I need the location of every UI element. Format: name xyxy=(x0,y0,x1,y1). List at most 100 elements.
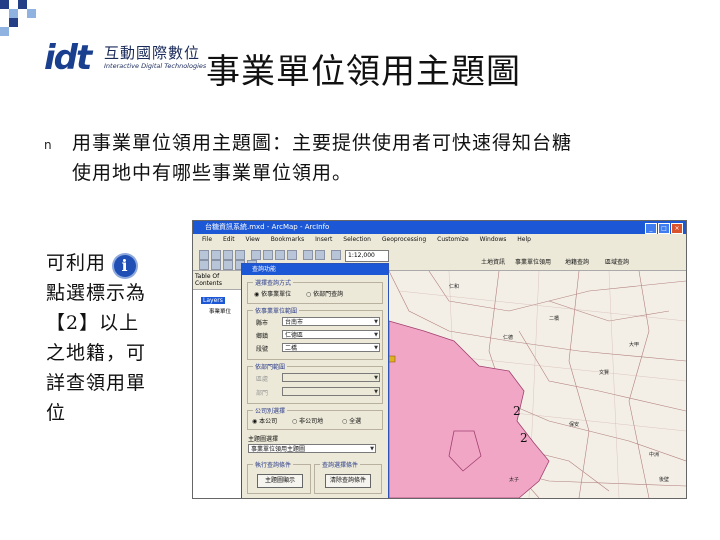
menu-bookmarks[interactable]: Bookmarks xyxy=(271,236,305,243)
group-label: 查詢選擇條件 xyxy=(320,460,361,469)
deco-square xyxy=(0,0,9,9)
department-select[interactable]: ▼ xyxy=(282,387,380,396)
toolbar-btn-region[interactable]: 區域查詢 xyxy=(605,257,629,266)
app-title-bar: 台糖資訊系統.mxd - ArcMap - ArcInfo _ □ × xyxy=(193,221,686,234)
deco-square xyxy=(9,9,18,18)
paste-icon[interactable] xyxy=(275,250,285,260)
logo-chinese-name: 互動國際數位 xyxy=(104,44,201,62)
open-icon[interactable] xyxy=(211,250,221,260)
group-label: 執行查詢條件 xyxy=(253,460,294,469)
show-theme-button[interactable]: 主題圖顯示 xyxy=(257,474,303,488)
side-note-line: 可利用 i xyxy=(46,248,172,278)
menu-edit[interactable]: Edit xyxy=(223,236,235,243)
menu-selection[interactable]: Selection xyxy=(343,236,371,243)
logo-mark: idt xyxy=(44,38,92,78)
body-line: 使用地中有哪些事業單位領用。 xyxy=(72,162,353,184)
redo-icon[interactable] xyxy=(315,250,325,260)
side-note-line: 點選標示為 xyxy=(46,282,147,304)
place-label: 中洲 xyxy=(649,452,660,458)
toolbar-btn-land-info[interactable]: 土地資訊 xyxy=(481,257,505,266)
clear-query-button[interactable]: 清除查詢條件 xyxy=(325,474,371,488)
chevron-down-icon: ▼ xyxy=(374,389,378,395)
close-button[interactable]: × xyxy=(671,223,683,234)
info-icon: i xyxy=(114,255,137,277)
radio-own-company[interactable]: ◉ 本公司 xyxy=(252,416,277,425)
dialog-title: 查詢功能 xyxy=(242,264,388,275)
county-select[interactable]: 台南市 ▼ xyxy=(282,317,380,326)
place-label: 仁德 xyxy=(503,335,514,341)
group-label: 公司別選擇 xyxy=(253,406,288,415)
radio-non-company[interactable]: ○ 非公司地 xyxy=(292,416,323,425)
cut-icon[interactable] xyxy=(251,250,261,260)
place-label: 二橋 xyxy=(549,316,560,322)
query-dialog: 查詢功能 選擇查詢方式 ◉ 依事業單位 ○ 依部門查詢 依事業單位範圍 縣市 台… xyxy=(241,263,389,498)
menu-geoprocessing[interactable]: Geoprocessing xyxy=(382,236,426,243)
app-title: 台糖資訊系統.mxd - ArcMap - ArcInfo xyxy=(205,223,330,231)
map-marker xyxy=(388,355,396,363)
zoom-out-icon[interactable] xyxy=(211,260,221,270)
toolbar-btn-cadastral[interactable]: 地籍查詢 xyxy=(565,257,589,266)
menu-windows[interactable]: Windows xyxy=(480,236,507,243)
map-label-2: 2 xyxy=(520,431,528,445)
menu-insert[interactable]: Insert xyxy=(315,236,332,243)
new-icon[interactable] xyxy=(199,250,209,260)
place-label: 保安 xyxy=(569,422,580,428)
section-label: 段號 xyxy=(256,346,269,353)
execute-group: 執行查詢條件 主題圖顯示 xyxy=(247,460,311,494)
toc-layers[interactable]: Layers xyxy=(201,297,225,304)
pan-icon[interactable] xyxy=(223,260,233,270)
group-label: 依部門範圍 xyxy=(253,362,288,371)
minimize-button[interactable]: _ xyxy=(645,223,657,234)
add-data-icon[interactable] xyxy=(331,250,341,260)
undo-icon[interactable] xyxy=(303,250,313,260)
place-label: 文賢 xyxy=(599,370,610,376)
department-label: 部門 xyxy=(256,390,269,397)
place-label: 仁和 xyxy=(449,284,460,290)
logo-english-name: Interactive Digital Technologies xyxy=(104,62,207,70)
side-note-line: 【2】以上 xyxy=(46,312,140,334)
district-label: 區處 xyxy=(256,376,269,383)
copy-icon[interactable] xyxy=(263,250,273,260)
clear-group: 查詢選擇條件 清除查詢條件 xyxy=(314,460,382,494)
deco-square xyxy=(27,9,36,18)
slide-title: 事業單位領用主題圖 xyxy=(206,52,521,92)
save-icon[interactable] xyxy=(223,250,233,260)
toc-layer-item[interactable]: 事業單位 xyxy=(209,307,231,315)
slide-body: 用事業單位領用主題圖：主要提供使用者可快速得知台糖 使用地中有哪些事業單位領用。 xyxy=(72,128,692,188)
radio-by-unit[interactable]: ◉ 依事業單位 xyxy=(254,289,291,298)
menu-help[interactable]: Help xyxy=(517,236,531,243)
chevron-down-icon: ▼ xyxy=(374,319,378,325)
deco-square xyxy=(0,27,9,36)
menu-bar: File Edit View Bookmarks Insert Selectio… xyxy=(193,234,686,246)
unit-range-group: 依事業單位範圍 縣市 台南市 ▼ 鄉鎮 仁德區 ▼ 段號 二橋 ▼ xyxy=(247,306,383,360)
radio-by-department[interactable]: ○ 依部門查詢 xyxy=(306,289,343,298)
side-note: 可利用 i 點選標示為 【2】以上 之地籍，可 詳查領用單 位 xyxy=(46,248,172,428)
side-note-line: 之地籍，可 xyxy=(46,342,147,364)
section-select[interactable]: 二橋 ▼ xyxy=(282,343,380,352)
department-range-group: 依部門範圍 區處 ▼ 部門 ▼ xyxy=(247,362,383,404)
zoom-in-icon[interactable] xyxy=(199,260,209,270)
menu-customize[interactable]: Customize xyxy=(437,236,469,243)
company-group: 公司別選擇 ◉ 本公司 ○ 非公司地 ○ 全選 xyxy=(247,406,383,430)
menu-view[interactable]: View xyxy=(246,236,260,243)
query-mode-group: 選擇查詢方式 ◉ 依事業單位 ○ 依部門查詢 xyxy=(247,278,383,304)
bullet-marker: n xyxy=(44,138,52,152)
deco-square xyxy=(9,18,18,27)
scale-input[interactable]: 1:12,000 xyxy=(345,250,389,262)
theme-select[interactable]: 事業單位領用主題圖 ▼ xyxy=(248,444,376,453)
chevron-down-icon: ▼ xyxy=(374,375,378,381)
map-label-2: 2 xyxy=(513,404,521,418)
land-use-polygon xyxy=(388,320,550,498)
side-note-line: 位 xyxy=(46,402,67,424)
toolbar-btn-unit-usage[interactable]: 事業單位領用 xyxy=(515,257,551,266)
radio-all[interactable]: ○ 全選 xyxy=(342,416,361,425)
print-icon[interactable] xyxy=(235,250,245,260)
maximize-button[interactable]: □ xyxy=(658,223,670,234)
delete-icon[interactable] xyxy=(287,250,297,260)
group-label: 依事業單位範圍 xyxy=(253,306,300,315)
place-label: 太子 xyxy=(509,477,520,483)
menu-file[interactable]: File xyxy=(202,236,212,243)
body-line: 用事業單位領用主題圖：主要提供使用者可快速得知台糖 xyxy=(72,132,573,154)
township-select[interactable]: 仁德區 ▼ xyxy=(282,330,380,339)
district-select[interactable]: ▼ xyxy=(282,373,380,382)
